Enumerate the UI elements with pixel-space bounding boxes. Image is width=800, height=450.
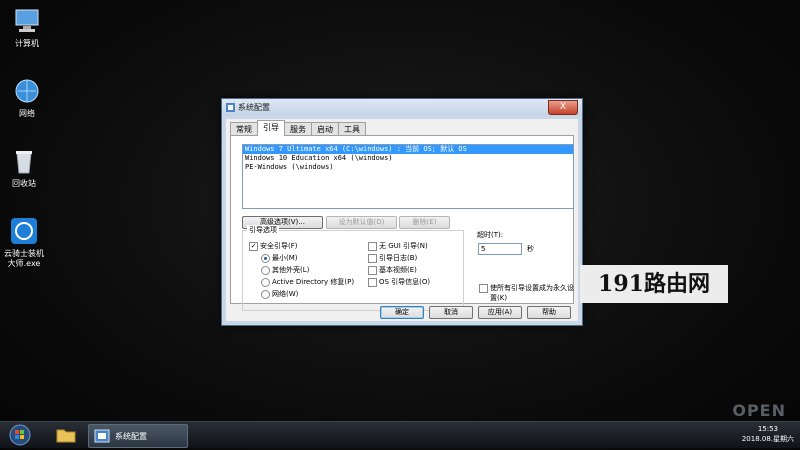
window-title: 系统配置 [238,103,270,112]
network-icon [12,76,42,106]
dialog-client: 常规 引导 服务 启动 工具 Windows 7 Ultimate x64 (C… [226,119,578,321]
site-watermark: 191路由网 [580,265,728,303]
checkbox[interactable] [368,265,377,275]
computer-icon [12,6,42,36]
radio[interactable] [261,289,270,299]
os-boot-info-label: OS 引导信息(O) [379,278,431,286]
title-bar[interactable]: 系统配置 [222,99,582,116]
timeout-input[interactable]: 5 [478,243,522,255]
minimal-label: 最小(M) [272,254,298,262]
radio[interactable] [261,277,270,287]
os-list-item[interactable]: Windows 7 Ultimate x64 (C:\windows) : 当前… [243,145,573,154]
clock-time: 15:53 [757,425,778,433]
checkbox-checked[interactable]: ✓ [249,241,258,251]
folder-icon [56,429,76,443]
cancel-button[interactable]: 取消 [429,306,473,319]
minimal-option[interactable]: 最小(M) [261,253,298,263]
desktop-icon-computer[interactable]: 计算机 [2,6,52,49]
desktop-icon-app[interactable]: 云骑士装机 大师.exe [0,216,49,269]
desktop-icon-label-line2: 大师.exe [7,259,41,268]
tab-services[interactable]: 服务 [284,122,312,136]
boot-options-group: 引导选项 ✓ 安全引导(F) 最小(M) 其他外壳(L) Active Direc… [242,225,464,311]
tab-startup[interactable]: 启动 [311,122,339,136]
tab-strip: 常规 引导 服务 启动 工具 [230,120,366,136]
base-video-option[interactable]: 基本视频(E) [368,265,417,275]
system-config-window: 系统配置 X 常规 引导 服务 启动 工具 Windows 7 Ultimate… [221,98,583,326]
taskbar: 系统配置 15:53 2018.08.星期六 [0,421,800,448]
msconfig-icon [226,103,235,112]
radio[interactable] [261,265,270,275]
boot-tab-pane: Windows 7 Ultimate x64 (C:\windows) : 当前… [230,135,574,311]
tab-tools[interactable]: 工具 [338,122,366,136]
checkbox[interactable] [368,277,377,287]
no-gui-boot-option[interactable]: 无 GUI 引导(N) [368,241,428,251]
desktop-icon-label: 网络 [19,109,35,118]
make-permanent-option[interactable]: 使所有引导设置成为永久设置(K) [479,283,574,303]
ad-repair-label: Active Directory 修复(P) [272,278,355,286]
windows-logo-icon [9,424,31,446]
ad-repair-option[interactable]: Active Directory 修复(P) [261,277,354,287]
base-video-label: 基本视频(E) [379,266,417,274]
msconfig-icon [94,429,110,443]
start-button[interactable] [2,423,38,447]
close-button[interactable]: X [548,100,578,115]
ok-button[interactable]: 确定 [380,306,424,319]
taskbar-app-system-config[interactable]: 系统配置 [88,424,188,448]
timeout-label: 超时(T): [477,231,504,239]
desktop-icon-network[interactable]: 网络 [2,76,52,119]
alternate-shell-option[interactable]: 其他外壳(L) [261,265,309,275]
seconds-label: 秒 [527,245,534,253]
taskbar-app-label: 系统配置 [115,431,147,441]
set-default-button[interactable]: 设为默认值(D) [326,216,397,229]
alternate-shell-label: 其他外壳(L) [272,266,310,274]
checkbox[interactable] [368,241,377,251]
make-permanent-label: 使所有引导设置成为永久设置(K) [490,284,574,302]
help-button[interactable]: 帮助 [527,306,571,319]
boot-log-label: 引导日志(B) [379,254,418,262]
safe-boot-option[interactable]: ✓ 安全引导(F) [249,241,298,251]
network-option[interactable]: 网络(W) [261,289,298,299]
boot-log-option[interactable]: 引导日志(B) [368,253,417,263]
radio-selected[interactable] [261,253,270,263]
desktop-icon-label-line1: 云骑士装机 [4,249,44,258]
no-gui-label: 无 GUI 引导(N) [379,242,428,250]
desktop-icon-label: 回收站 [12,179,36,188]
os-list-item[interactable]: PE-Windows (\windows) [243,163,573,172]
os-list-item[interactable]: Windows 10 Education x64 (\windows) [243,154,573,163]
app-icon [9,216,39,246]
boot-options-legend: 引导选项 [247,225,279,235]
apply-button[interactable]: 应用(A) [478,306,522,319]
checkbox[interactable] [368,253,377,263]
explorer-taskbar-button[interactable] [52,424,80,446]
clock-date: 2018.08.星期六 [741,435,794,443]
network-label: 网络(W) [272,290,299,298]
safe-boot-label: 安全引导(F) [260,242,298,250]
checkbox[interactable] [479,284,488,293]
desktop-icon-recycle-bin[interactable]: 回收站 [0,146,49,189]
system-tray-clock[interactable]: 15:53 2018.08.星期六 [742,424,794,444]
desktop-icon-label: 计算机 [15,39,39,48]
os-boot-info-option[interactable]: OS 引导信息(O) [368,277,430,287]
recycle-bin-icon [9,146,39,176]
os-list[interactable]: Windows 7 Ultimate x64 (C:\windows) : 当前… [242,144,574,209]
tab-boot[interactable]: 引导 [257,120,285,136]
corner-watermark: OPEN [732,401,786,420]
tab-general[interactable]: 常规 [230,122,258,136]
delete-button[interactable]: 删除(E) [399,216,450,229]
